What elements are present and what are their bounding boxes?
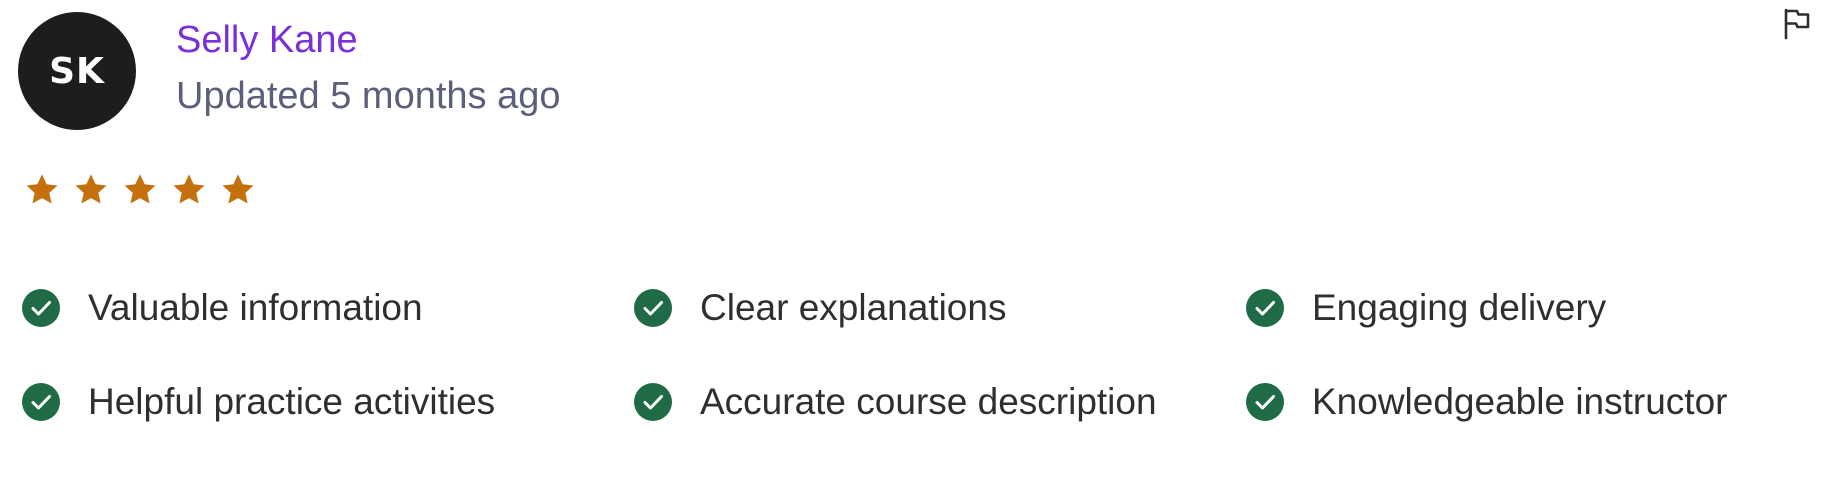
reviewer-name-link[interactable]: Selly Kane (176, 16, 358, 64)
feedback-tag: Knowledgeable instructor (1246, 382, 1822, 422)
check-circle-icon (1246, 289, 1284, 327)
star-rating (24, 172, 256, 208)
star-icon (124, 174, 156, 204)
flag-icon (1784, 8, 1810, 40)
feedback-tag: Clear explanations (634, 288, 1246, 328)
feedback-tag-label: Knowledgeable instructor (1312, 381, 1728, 422)
check-circle-icon (634, 383, 672, 421)
avatar: SK (18, 12, 136, 130)
feedback-tag-label: Accurate course description (700, 381, 1157, 422)
star-icon (222, 174, 254, 204)
feedback-tag: Valuable information (22, 288, 634, 328)
check-circle-icon (22, 289, 60, 327)
feedback-tags: Valuable information Clear explanations … (22, 288, 1822, 422)
feedback-tag-label: Engaging delivery (1312, 287, 1607, 328)
star-icon (173, 174, 205, 204)
check-circle-icon (1246, 383, 1284, 421)
review-updated-time: Updated 5 months ago (176, 75, 561, 117)
check-circle-icon (22, 383, 60, 421)
star-icon (75, 174, 107, 204)
feedback-tag-label: Clear explanations (700, 287, 1007, 328)
feedback-tag-label: Valuable information (88, 287, 423, 328)
check-circle-icon (634, 289, 672, 327)
feedback-tag-label: Helpful practice activities (88, 381, 496, 422)
report-flag-icon[interactable] (1782, 8, 1812, 40)
avatar-initials: SK (49, 50, 105, 92)
feedback-tag: Helpful practice activities (22, 382, 634, 422)
feedback-tag: Accurate course description (634, 382, 1246, 422)
feedback-tag: Engaging delivery (1246, 288, 1822, 328)
star-icon (26, 174, 58, 204)
